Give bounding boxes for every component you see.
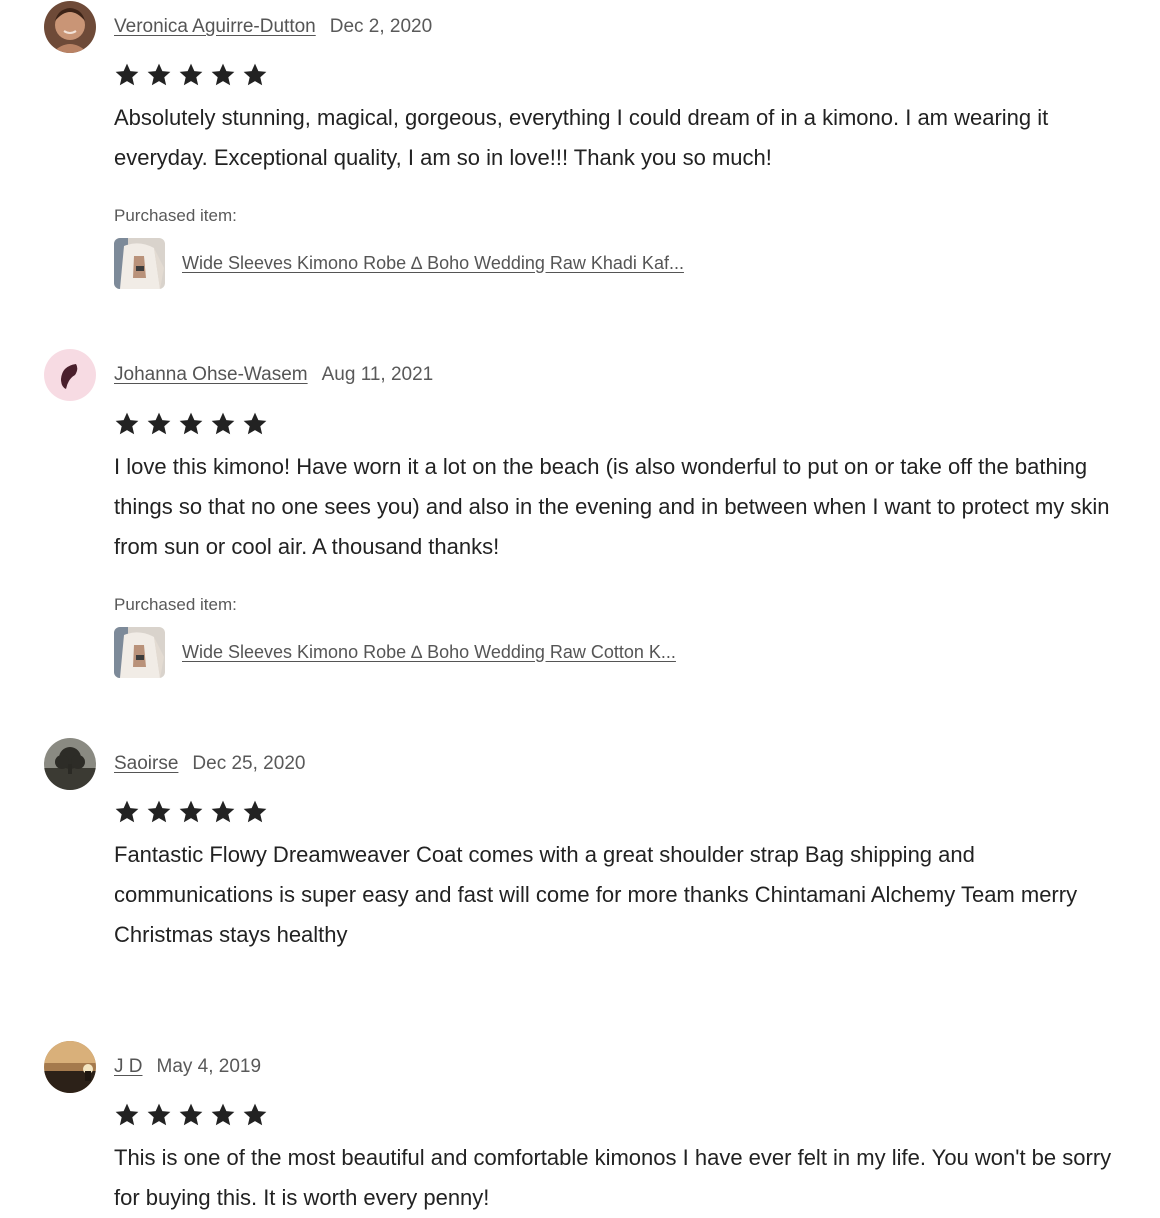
purchased-item[interactable]: Wide Sleeves Kimono Robe ∆ Boho Wedding … [114,626,676,678]
purchased-item-label: Purchased item: [114,595,237,614]
reviewer-avatar[interactable] [44,1041,96,1093]
star-icon [179,63,203,86]
star-icon [243,800,267,823]
star-icon [179,800,203,823]
review-date: Aug 11, 2021 [321,364,434,385]
purchased-item-link[interactable]: Wide Sleeves Kimono Robe ∆ Boho Wedding … [182,253,684,274]
star-icon [147,800,171,823]
star-rating [114,1102,268,1128]
star-icon [115,63,139,86]
star-rating [114,799,268,825]
reviewer-avatar[interactable] [44,1,96,53]
star-icon [147,412,171,435]
reviewer-name-link[interactable]: J D [114,1056,143,1078]
review-text: I love this kimono! Have worn it a lot o… [114,454,1110,559]
review-date: Dec 2, 2020 [329,16,433,37]
purchased-item-link[interactable]: Wide Sleeves Kimono Robe ∆ Boho Wedding … [182,642,676,663]
star-icon [115,800,139,823]
review-meta: Johanna Ohse-Wasem Aug 11, 2021 [114,361,433,389]
reviewer-avatar[interactable] [44,349,96,401]
star-icon [179,412,203,435]
star-icon [179,1103,203,1126]
reviewer-avatar[interactable] [44,738,96,790]
purchased-item-thumbnail[interactable] [114,626,165,678]
star-icon [115,412,139,435]
star-icon [211,800,235,823]
review-text: Fantastic Flowy Dreamweaver Coat comes w… [114,842,1078,947]
star-icon [243,63,267,86]
review-text: This is one of the most beautiful and co… [114,1145,1112,1210]
star-icon [115,1103,139,1126]
review-meta: Veronica Aguirre-Dutton Dec 2, 2020 [114,13,432,41]
purchased-item-thumbnail[interactable] [114,237,165,289]
purchased-item[interactable]: Wide Sleeves Kimono Robe ∆ Boho Wedding … [114,237,684,289]
review-meta: Saoirse Dec 25, 2020 [114,750,305,778]
star-icon [211,412,235,435]
star-rating [114,411,268,437]
review-date: Dec 25, 2020 [192,753,306,774]
star-icon [243,412,267,435]
reviewer-name-link[interactable]: Veronica Aguirre-Dutton [114,16,316,38]
purchased-item-label: Purchased item: [114,206,237,225]
star-rating [114,62,268,88]
star-icon [211,1103,235,1126]
reviewer-name-link[interactable]: Johanna Ohse-Wasem [114,364,308,386]
review-meta: J D May 4, 2019 [114,1053,261,1081]
review-date: May 4, 2019 [156,1056,262,1077]
star-icon [211,63,235,86]
reviewer-name-link[interactable]: Saoirse [114,753,178,775]
review-text: Absolutely stunning, magical, gorgeous, … [114,105,1049,170]
star-icon [147,1103,171,1126]
star-icon [243,1103,267,1126]
star-icon [147,63,171,86]
